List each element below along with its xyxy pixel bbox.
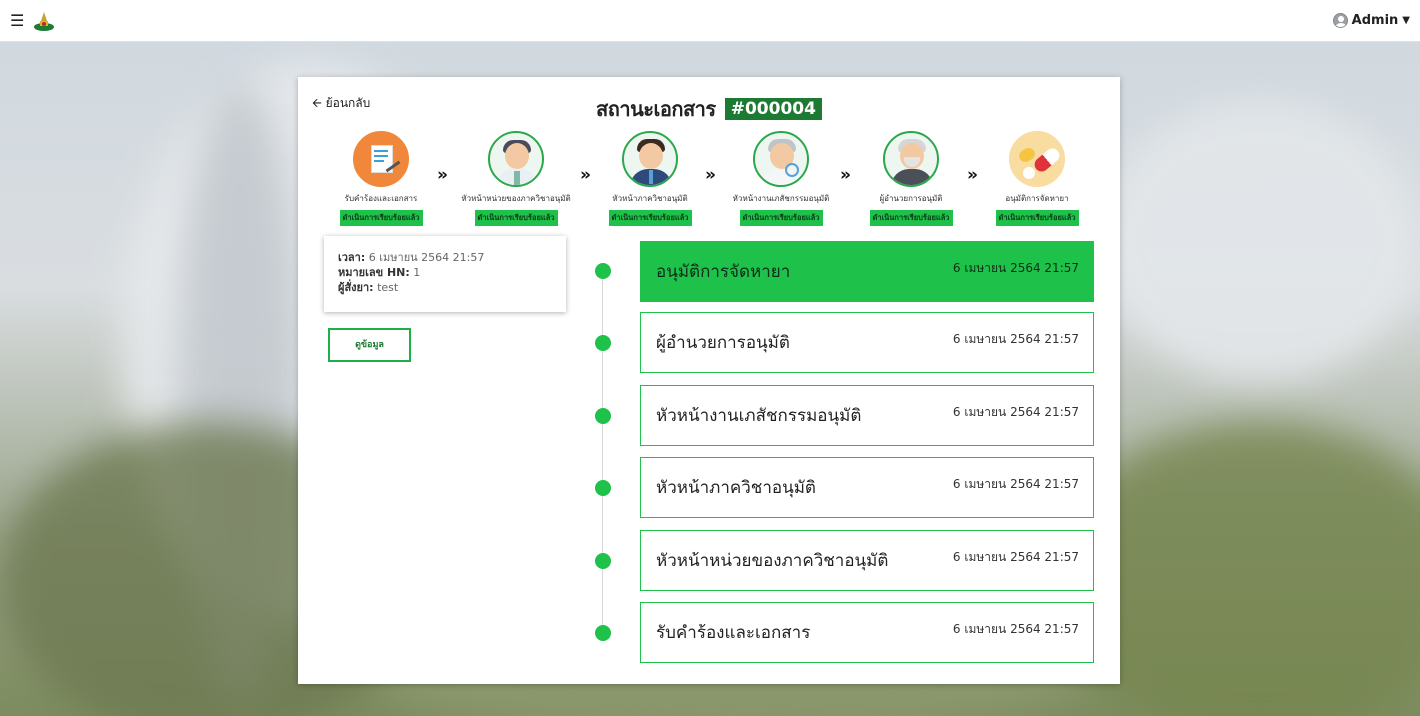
- timeline-item-time: 6 เมษายน 2564 21:57: [952, 405, 1079, 419]
- document-form-icon: [353, 131, 409, 187]
- step-department-head: หัวหน้าภาควิชาอนุมัติ ดำเนินการเรียบร้อย…: [585, 131, 715, 226]
- step-label: หัวหน้างานเภสัชกรรมอนุมัติ: [732, 194, 830, 203]
- info-orderer-label: ผู้สั่งยา:: [338, 281, 374, 294]
- document-status-card: 🡨 ย้อนกลับ สถานะเอกสาร #000004 รับคำร้อง…: [298, 77, 1120, 684]
- timeline-item-title: รับคำร้องและเอกสาร: [656, 623, 811, 643]
- caret-down-icon: ▼: [1402, 15, 1410, 26]
- pills-icon: [1009, 131, 1065, 187]
- user-circle-icon: [1332, 13, 1348, 28]
- step-status-badge: ดำเนินการเรียบร้อยแล้ว: [474, 210, 558, 226]
- timeline-item: รับคำร้องและเอกสาร 6 เมษายน 2564 21:57: [640, 602, 1094, 663]
- timeline-item-time: 6 เมษายน 2564 21:57: [952, 550, 1079, 564]
- step-status-badge: ดำเนินการเรียบร้อยแล้ว: [339, 210, 423, 226]
- step-label: หัวหน้าภาควิชาอนุมัติ: [612, 194, 688, 203]
- timeline-item-time: 6 เมษายน 2564 21:57: [952, 261, 1079, 275]
- info-hn: หมายเลข HN: 1: [338, 265, 552, 280]
- hamburger-icon[interactable]: ☰: [10, 11, 24, 30]
- step-request: รับคำร้องและเอกสาร ดำเนินการเรียบร้อยแล้…: [316, 131, 446, 226]
- timeline-dot: [595, 553, 611, 569]
- approval-stepper: รับคำร้องและเอกสาร ดำเนินการเรียบร้อยแล้…: [298, 131, 1120, 227]
- timeline-item-title: หัวหน้างานเภสัชกรรมอนุมัติ: [656, 406, 862, 426]
- timeline-item-time: 6 เมษายน 2564 21:57: [952, 477, 1079, 491]
- page-title: สถานะเอกสาร: [596, 97, 716, 121]
- timeline-dot: [595, 408, 611, 424]
- view-details-button[interactable]: ดูข้อมูล: [328, 328, 411, 362]
- step-label: อนุมัติการจัดหายา: [1005, 194, 1069, 203]
- timeline-dot: [595, 263, 611, 279]
- timeline-item-title: หัวหน้าหน่วยของภาควิชาอนุมัติ: [656, 551, 889, 571]
- timeline-item: หัวหน้าภาควิชาอนุมัติ 6 เมษายน 2564 21:5…: [640, 457, 1094, 518]
- info-hn-value: 1: [413, 266, 421, 279]
- document-info-box: เวลา: 6 เมษายน 2564 21:57 หมายเลข HN: 1 …: [324, 236, 566, 312]
- timeline-item-title: อนุมัติการจัดหายา: [656, 262, 791, 282]
- info-time-value: 6 เมษายน 2564 21:57: [368, 251, 485, 264]
- pharmacist-avatar-icon: [753, 131, 809, 187]
- timeline-line: [602, 273, 603, 635]
- step-status-badge: ดำเนินการเรียบร้อยแล้ว: [869, 210, 953, 226]
- info-time: เวลา: 6 เมษายน 2564 21:57: [338, 250, 552, 265]
- timeline-item: อนุมัติการจัดหายา 6 เมษายน 2564 21:57: [640, 241, 1094, 302]
- page-title-row: สถานะเอกสาร #000004: [298, 93, 1120, 125]
- timeline-item-title: ผู้อำนวยการอนุมัติ: [656, 333, 790, 353]
- doctor-avatar-icon: [488, 131, 544, 187]
- double-chevron-icon: »: [705, 165, 716, 185]
- info-hn-label: หมายเลข HN:: [338, 266, 410, 279]
- user-menu[interactable]: Admin ▼: [1332, 13, 1410, 28]
- step-status-badge: ดำเนินการเรียบร้อยแล้ว: [608, 210, 692, 226]
- step-label: หัวหน้าหน่วยของภาควิชาอนุมัติ: [461, 194, 571, 203]
- info-time-label: เวลา:: [338, 251, 366, 264]
- user-name: Admin: [1351, 13, 1399, 28]
- info-orderer-value: test: [377, 281, 399, 294]
- step-unit-head: หัวหน้าหน่วยของภาควิชาอนุมัติ ดำเนินการเ…: [451, 131, 581, 226]
- step-label: รับคำร้องและเอกสาร: [344, 194, 418, 203]
- step-pharmacy-head: หัวหน้างานเภสัชกรรมอนุมัติ ดำเนินการเรีย…: [716, 131, 846, 226]
- timeline-item-title: หัวหน้าภาควิชาอนุมัติ: [656, 478, 816, 498]
- top-navbar: ☰ Admin ▼: [0, 0, 1420, 42]
- double-chevron-icon: »: [437, 165, 448, 185]
- step-label: ผู้อำนวยการอนุมัติ: [879, 194, 943, 203]
- hospital-logo[interactable]: [32, 9, 56, 33]
- document-id-badge: #000004: [724, 98, 822, 120]
- timeline-item: หัวหน้าหน่วยของภาควิชาอนุมัติ 6 เมษายน 2…: [640, 530, 1094, 591]
- step-procurement: อนุมัติการจัดหายา ดำเนินการเรียบร้อยแล้ว: [972, 131, 1102, 226]
- elder-director-avatar-icon: [883, 131, 939, 187]
- step-status-badge: ดำเนินการเรียบร้อยแล้ว: [995, 210, 1079, 226]
- timeline-item: ผู้อำนวยการอนุมัติ 6 เมษายน 2564 21:57: [640, 312, 1094, 373]
- step-director: ผู้อำนวยการอนุมัติ ดำเนินการเรียบร้อยแล้…: [846, 131, 976, 226]
- timeline-dot: [595, 335, 611, 351]
- timeline-item: หัวหน้างานเภสัชกรรมอนุมัติ 6 เมษายน 2564…: [640, 385, 1094, 446]
- timeline-item-time: 6 เมษายน 2564 21:57: [952, 622, 1079, 636]
- timeline-dot: [595, 625, 611, 641]
- step-status-badge: ดำเนินการเรียบร้อยแล้ว: [739, 210, 823, 226]
- businessman-avatar-icon: [622, 131, 678, 187]
- info-orderer: ผู้สั่งยา: test: [338, 280, 552, 295]
- timeline-dot: [595, 480, 611, 496]
- timeline-item-time: 6 เมษายน 2564 21:57: [952, 332, 1079, 346]
